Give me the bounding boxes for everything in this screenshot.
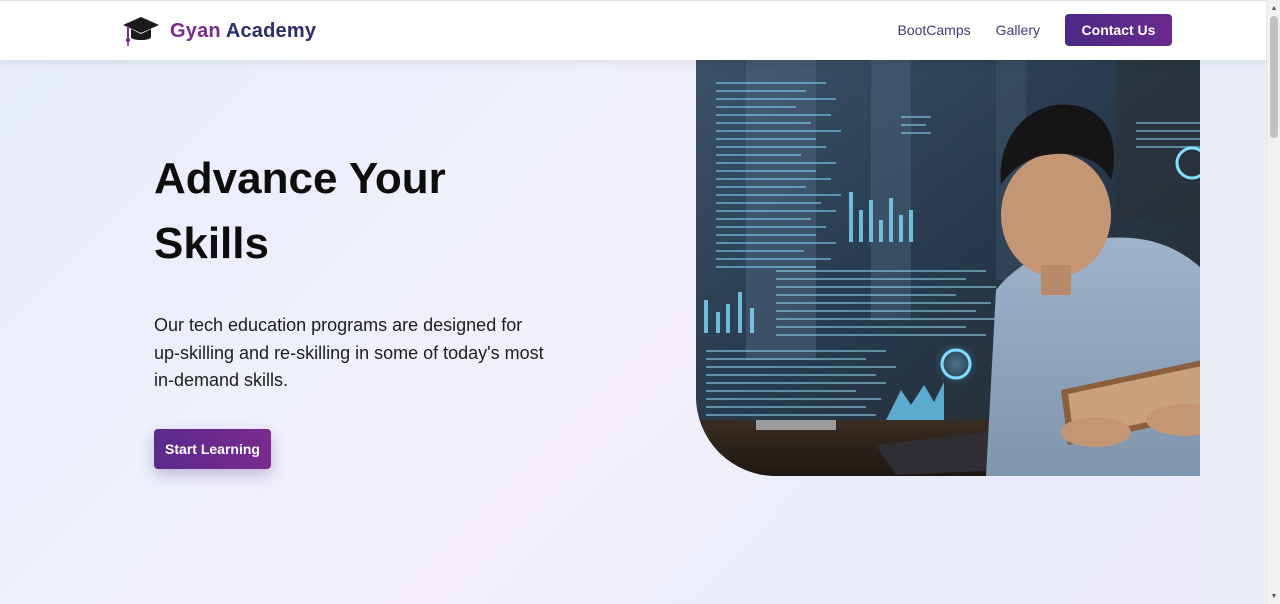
- site-header: Gyan Academy BootCamps Gallery Contact U…: [0, 0, 1266, 60]
- hero-title: Advance Your Skills: [154, 154, 446, 268]
- start-learning-button[interactable]: Start Learning: [154, 429, 271, 469]
- scroll-down-arrow-icon[interactable]: ▼: [1267, 589, 1280, 603]
- brand-name: Gyan Academy: [170, 20, 316, 43]
- brand-name-second: Academy: [225, 19, 317, 42]
- page-background: Gyan Academy BootCamps Gallery Contact U…: [0, 0, 1266, 604]
- nav-link-gallery[interactable]: Gallery: [996, 22, 1040, 38]
- hero-image: [696, 60, 1233, 476]
- brand-logo[interactable]: Gyan Academy: [122, 14, 316, 48]
- vertical-scrollbar[interactable]: ▲ ▼: [1266, 0, 1280, 604]
- graduation-cap-icon: [123, 17, 159, 46]
- hero-photo-illustration: [696, 60, 1233, 476]
- main-nav: BootCamps Gallery Contact Us: [897, 14, 1172, 46]
- brand-name-first: Gyan: [170, 19, 221, 42]
- nav-link-bootcamps[interactable]: BootCamps: [897, 22, 970, 38]
- scrollbar-thumb[interactable]: [1270, 16, 1278, 138]
- contact-us-button[interactable]: Contact Us: [1065, 14, 1172, 46]
- hero-description: Our tech education programs are designed…: [154, 315, 544, 390]
- scroll-up-arrow-icon[interactable]: ▲: [1267, 1, 1280, 15]
